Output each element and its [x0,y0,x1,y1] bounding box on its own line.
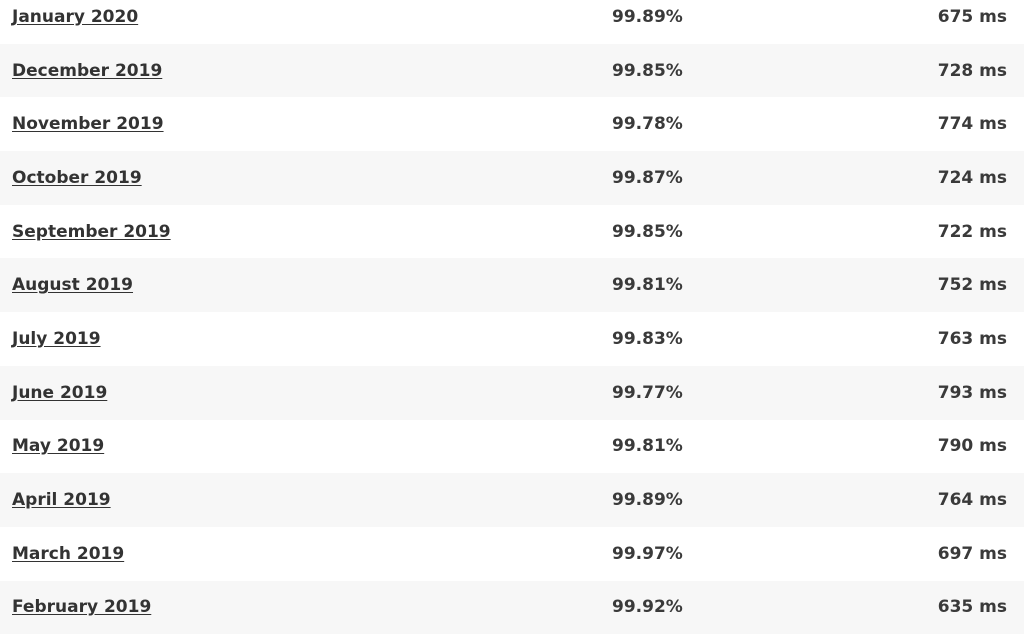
table-row: October 2019 99.87% 724 ms [0,151,1024,205]
month-cell: November 2019 [0,97,572,151]
response-time-cell: 635 ms [937,597,1007,618]
uptime-cell: 99.83% [612,328,683,349]
table-row: June 2019 99.77% 793 ms [0,365,1024,420]
month-link[interactable]: December 2019 [12,61,162,81]
month-link[interactable]: February 2019 [12,597,151,617]
month-link[interactable]: January 2020 [12,7,138,27]
uptime-cell: 99.81% [612,436,683,457]
response-time-cell: 697 ms [937,543,1007,564]
month-cell: January 2020 [0,0,572,44]
table-row: November 2019 99.78% 774 ms [0,97,1024,152]
response-time-cell: 675 ms [937,6,1007,27]
table-row: September 2019 99.85% 722 ms [0,204,1024,259]
response-time-cell: 763 ms [937,328,1007,349]
response-time-cell: 774 ms [937,114,1007,135]
uptime-cell: 99.89% [612,490,683,511]
month-link[interactable]: April 2019 [12,490,111,510]
month-cell: October 2019 [0,151,572,205]
month-link[interactable]: May 2019 [12,436,104,456]
month-link[interactable]: October 2019 [12,168,142,188]
response-time-cell: 724 ms [937,167,1007,188]
uptime-cell: 99.77% [612,382,683,403]
table-row: December 2019 99.85% 728 ms [0,43,1024,98]
response-time-cell: 752 ms [937,275,1007,296]
month-link[interactable]: March 2019 [12,544,124,564]
table-row: March 2019 99.97% 697 ms [0,526,1024,581]
month-link[interactable]: July 2019 [12,329,101,349]
uptime-cell: 99.92% [612,597,683,618]
month-cell: August 2019 [0,258,572,312]
response-time-cell: 722 ms [937,221,1007,242]
month-cell: December 2019 [0,44,572,98]
table-row: January 2020 99.89% 675 ms [0,0,1024,44]
month-link[interactable]: November 2019 [12,114,164,134]
uptime-cell: 99.85% [612,60,683,81]
uptime-history-body: January 2020 99.89% 675 ms December 2019… [0,0,1024,634]
month-link[interactable]: August 2019 [12,275,133,295]
uptime-cell: 99.85% [612,221,683,242]
response-time-cell: 728 ms [937,60,1007,81]
uptime-history-table: January 2020 99.89% 675 ms December 2019… [0,0,1024,634]
uptime-cell: 99.89% [612,6,683,27]
uptime-cell: 99.87% [612,167,683,188]
response-time-cell: 790 ms [937,436,1007,457]
month-cell: June 2019 [0,366,572,420]
month-link[interactable]: June 2019 [12,383,107,403]
month-cell: September 2019 [0,205,572,259]
uptime-cell: 99.78% [612,114,683,135]
response-time-cell: 793 ms [937,382,1007,403]
month-cell: April 2019 [0,473,572,527]
month-cell: February 2019 [0,581,572,634]
table-row: April 2019 99.89% 764 ms [0,473,1024,527]
uptime-cell: 99.97% [612,543,683,564]
uptime-cell: 99.81% [612,275,683,296]
response-time-cell: 764 ms [937,490,1007,511]
table-row: August 2019 99.81% 752 ms [0,258,1024,313]
month-link[interactable]: September 2019 [12,222,171,242]
month-cell: July 2019 [0,312,572,366]
table-row: July 2019 99.83% 763 ms [0,312,1024,366]
month-cell: March 2019 [0,527,572,581]
table-row: February 2019 99.92% 635 ms [0,580,1024,634]
month-cell: May 2019 [0,420,572,474]
table-row: May 2019 99.81% 790 ms [0,419,1024,474]
